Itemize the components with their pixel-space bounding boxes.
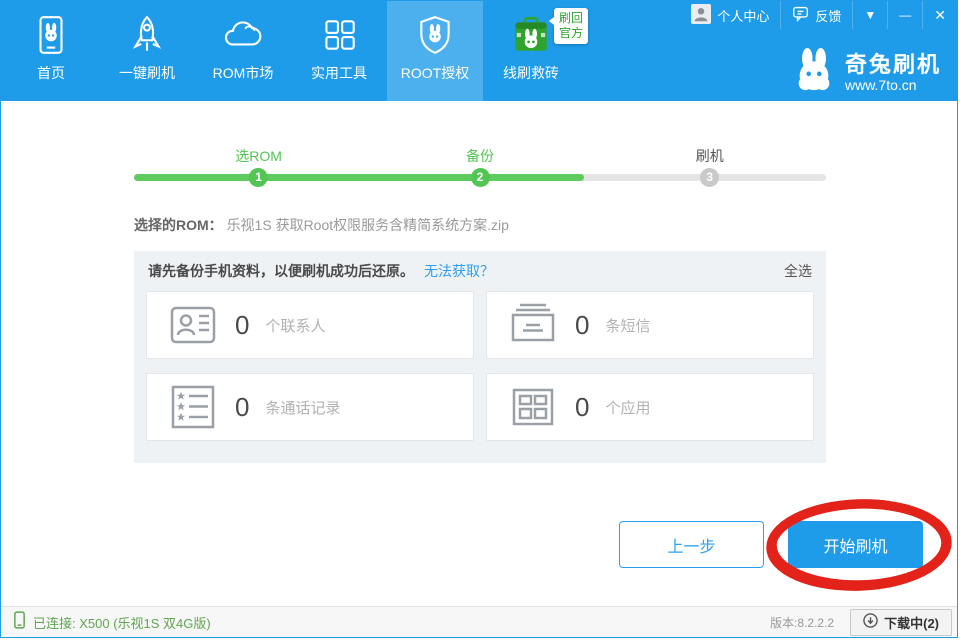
call-log-icon	[167, 381, 219, 433]
sms-icon	[507, 299, 559, 351]
minimize-icon: —	[899, 8, 912, 22]
backup-card-sms[interactable]: 0 条短信	[486, 291, 814, 359]
status-bar-right: 版本:8.2.2.2 下载中(2)	[770, 607, 957, 637]
close-icon: ✕	[934, 6, 946, 23]
step-select-rom: 选ROM 1	[235, 146, 282, 187]
brand-name: 奇兔刷机	[844, 51, 941, 77]
main-nav: 首页 一键刷机 ROM市场 实用工具 ROOT授权 线刷救砖 刷回 官方	[3, 1, 589, 101]
nav-item-label: 一键刷机	[119, 65, 175, 81]
minimize-button[interactable]: —	[887, 1, 922, 29]
nav-item-line-flash-rescue[interactable]: 线刷救砖 刷回 官方	[483, 1, 589, 101]
call-log-count: 0	[235, 391, 250, 422]
nav-item-label: 线刷救砖	[503, 65, 559, 81]
shield-rabbit-icon	[414, 12, 456, 58]
nav-item-root-auth[interactable]: ROOT授权	[387, 1, 483, 101]
contacts-icon	[167, 299, 219, 351]
phone-rabbit-icon	[30, 12, 72, 58]
feedback-icon	[792, 5, 809, 25]
brand-url: www.7to.cn	[844, 77, 917, 94]
backup-card-apps[interactable]: 0 个应用	[486, 373, 814, 441]
start-flash-button[interactable]: 开始刷机	[788, 521, 923, 568]
backup-card-contacts[interactable]: 0 个联系人	[146, 291, 474, 359]
nav-item-label: 首页	[37, 65, 65, 81]
nav-item-label: ROM市场	[212, 65, 274, 81]
apps-count: 0	[575, 391, 590, 422]
selected-rom-line: 选择的ROM： 乐视1S 获取Root权限服务含精简系统方案.zip	[134, 215, 509, 235]
close-button[interactable]: ✕	[922, 1, 957, 29]
nav-item-label: ROOT授权	[400, 65, 470, 81]
nav-item-rom-market[interactable]: ROM市场	[195, 1, 291, 101]
step-number: 3	[700, 168, 720, 187]
feedback-button[interactable]: 反馈	[780, 1, 852, 29]
progress-fill	[134, 174, 584, 181]
downloading-button[interactable]: 下载中(2)	[850, 608, 952, 636]
rabbit-logo-icon	[791, 47, 837, 98]
official-rom-badge: 刷回 官方	[548, 8, 589, 44]
download-icon	[863, 613, 878, 631]
feedback-label: 反馈	[815, 8, 842, 24]
brand-logo: 奇兔刷机 www.7to.cn	[791, 47, 941, 98]
nav-item-label: 实用工具	[311, 65, 367, 81]
selected-rom-value: 乐视1S 获取Root权限服务含精简系统方案.zip	[226, 217, 509, 233]
sms-label: 条短信	[605, 317, 651, 335]
downloading-label: 下载中(2)	[884, 615, 939, 631]
step-backup: 备份 2	[466, 146, 494, 187]
backup-title: 请先备份手机资料，以便刷机成功后还原。	[148, 263, 414, 279]
nav-item-tools[interactable]: 实用工具	[291, 1, 387, 101]
apps-icon	[507, 381, 559, 433]
phone-connected-icon	[13, 611, 26, 633]
version-text: 版本:8.2.2.2	[770, 615, 835, 630]
rocket-icon	[126, 12, 168, 58]
selected-rom-caption: 选择的ROM：	[134, 217, 223, 233]
apps-label: 个应用	[605, 399, 651, 417]
call-log-label: 条通话记录	[265, 399, 341, 417]
connection-status: 已连接: X500 (乐视1S 双4G版)	[13, 611, 211, 633]
nav-item-home[interactable]: 首页	[3, 1, 99, 101]
step-number: 2	[470, 168, 490, 187]
titlebar-controls: 个人中心 反馈 ▼ — ✕	[680, 1, 957, 29]
backup-panel: 请先备份手机资料，以便刷机成功后还原。 无法获取？ 全选 0 个联系人 0 条短…	[134, 251, 826, 463]
green-box-rabbit-icon	[510, 12, 552, 58]
cloud-icon	[221, 12, 265, 58]
header: 首页 一键刷机 ROM市场 实用工具 ROOT授权 线刷救砖 刷回 官方 个人中…	[1, 1, 957, 101]
connection-status-text: 已连接: X500 (乐视1S 双4G版)	[33, 615, 211, 631]
user-center-label: 个人中心	[717, 8, 770, 24]
grid-icon	[318, 12, 360, 58]
backup-panel-header: 请先备份手机资料，以便刷机成功后还原。 无法获取？ 全选	[134, 251, 826, 291]
backup-cards: 0 个联系人 0 条短信 0 条通话记录 0 个应用	[134, 291, 826, 441]
cannot-get-link[interactable]: 无法获取？	[424, 261, 494, 281]
nav-item-oneclick-flash[interactable]: 一键刷机	[99, 1, 195, 101]
step-number: 1	[249, 168, 269, 187]
backup-card-call-log[interactable]: 0 条通话记录	[146, 373, 474, 441]
avatar	[691, 3, 712, 27]
app-window: 首页 一键刷机 ROM市场 实用工具 ROOT授权 线刷救砖 刷回 官方 个人中…	[0, 0, 958, 638]
sms-count: 0	[575, 309, 590, 340]
main-content: 选ROM 1 备份 2 刷机 3 选择的ROM： 乐视1S 获取Root权限服务…	[1, 101, 957, 606]
contacts-count: 0	[235, 309, 250, 340]
previous-step-button[interactable]: 上一步	[619, 521, 764, 568]
status-bar: 已连接: X500 (乐视1S 双4G版) 版本:8.2.2.2 下载中(2)	[1, 606, 957, 637]
step-flash: 刷机 3	[696, 146, 724, 187]
select-all-toggle[interactable]: 全选	[784, 261, 812, 281]
progress-steps: 选ROM 1 备份 2 刷机 3	[134, 101, 826, 201]
dropdown-menu-button[interactable]: ▼	[852, 1, 887, 29]
chevron-down-icon: ▼	[864, 8, 877, 22]
user-center-button[interactable]: 个人中心	[680, 1, 780, 29]
contacts-label: 个联系人	[265, 317, 326, 335]
